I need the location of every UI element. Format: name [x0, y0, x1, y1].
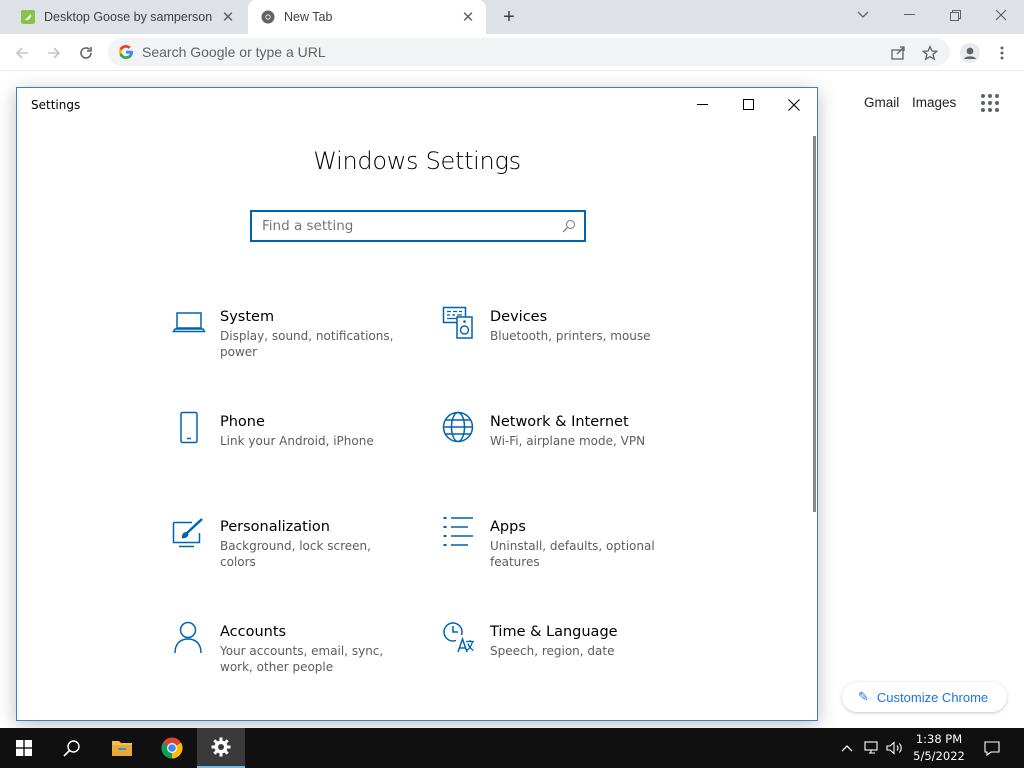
category-apps[interactable]: Apps Uninstall, defaults, optional featu…	[442, 517, 682, 588]
goose-favicon-icon	[20, 9, 36, 25]
category-description: Background, lock screen, colors	[220, 539, 371, 569]
windows-logo-icon	[16, 740, 32, 756]
category-description: Your accounts, email, sync, work, other …	[220, 644, 384, 674]
category-name: Accounts	[220, 624, 287, 640]
tab-search-chevron-icon[interactable]	[840, 0, 886, 30]
gear-icon	[211, 737, 231, 757]
taskbar-search-icon	[63, 740, 80, 757]
show-hidden-icons-chevron-icon[interactable]	[838, 728, 856, 768]
browser-minimize-icon[interactable]	[886, 0, 932, 30]
new-tab-plus-icon[interactable]: +	[498, 6, 520, 28]
pencil-icon: ✎	[858, 689, 869, 704]
omnibox[interactable]: Search Google or type a URL	[108, 38, 950, 66]
globe-icon	[442, 411, 474, 443]
find-setting-input[interactable]	[262, 218, 562, 234]
category-description: Speech, region, date	[490, 644, 615, 658]
search-icon	[562, 220, 575, 233]
time-language-icon	[443, 622, 476, 655]
volume-icon[interactable]	[884, 728, 906, 768]
windows-taskbar: 1:38 PM 5/5/2022	[0, 728, 1024, 768]
folder-icon	[112, 741, 132, 756]
settings-minimize-icon[interactable]	[679, 88, 725, 121]
chrome-menu-icon[interactable]	[989, 40, 1015, 66]
person-icon	[174, 621, 202, 654]
chrome-favicon-icon	[260, 9, 276, 25]
category-name: Personalization	[220, 519, 330, 535]
tab-title: New Tab	[284, 10, 333, 24]
bookmark-star-icon[interactable]	[917, 40, 943, 66]
settings-titlebar[interactable]: Settings	[17, 88, 817, 121]
find-setting-search-box[interactable]	[250, 210, 586, 242]
file-explorer-button[interactable]	[98, 728, 146, 768]
category-name: System	[220, 309, 275, 325]
settings-window: Settings Windows Settings System Display…	[16, 87, 818, 721]
apps-list-icon	[443, 517, 473, 546]
category-phone[interactable]: Phone Link your Android, iPhone	[172, 411, 412, 483]
category-name: Network & Internet	[490, 414, 629, 430]
google-apps-icon[interactable]	[981, 94, 999, 112]
settings-taskbar-button[interactable]	[197, 728, 245, 768]
devices-icon	[442, 306, 473, 339]
profile-avatar-icon[interactable]	[957, 40, 983, 66]
omnibox-placeholder: Search Google or type a URL	[142, 44, 326, 60]
paintbrush-icon	[172, 518, 203, 548]
network-icon[interactable]	[862, 728, 882, 768]
category-name: Time & Language	[490, 624, 618, 640]
settings-close-icon[interactable]	[771, 88, 817, 121]
share-icon[interactable]	[885, 40, 911, 66]
category-devices[interactable]: Devices Bluetooth, printers, mouse	[442, 306, 682, 378]
category-system[interactable]: System Display, sound, notifications, po…	[172, 308, 412, 378]
tab-title: Desktop Goose by samperson	[44, 10, 213, 24]
settings-window-title: Settings	[31, 98, 81, 112]
category-name: Phone	[220, 414, 265, 430]
browser-toolbar: Search Google or type a URL	[0, 34, 1024, 71]
search-button[interactable]	[48, 728, 96, 768]
tab-desktop-goose[interactable]: Desktop Goose by samperson ✕	[8, 0, 246, 34]
phone-icon	[180, 411, 198, 444]
browser-restore-icon[interactable]	[932, 0, 978, 30]
forward-arrow-icon[interactable]	[41, 40, 67, 66]
images-link[interactable]: Images	[912, 95, 956, 110]
gmail-link[interactable]: Gmail	[864, 95, 899, 110]
chrome-taskbar-button[interactable]	[148, 728, 196, 768]
category-description: Bluetooth, printers, mouse	[490, 329, 651, 343]
settings-scrollbar[interactable]	[813, 136, 816, 512]
category-personalization[interactable]: Personalization Background, lock screen,…	[172, 518, 412, 588]
category-time-language[interactable]: Time & Language Speech, region, date	[442, 622, 682, 693]
customize-chrome-button[interactable]: ✎ Customize Chrome	[842, 682, 1007, 712]
category-description: Display, sound, notifications, power	[220, 329, 394, 359]
laptop-icon	[172, 312, 206, 333]
category-name: Devices	[490, 309, 548, 325]
category-accounts[interactable]: Accounts Your accounts, email, sync, wor…	[172, 621, 412, 693]
clock-time: 1:38 PM	[915, 732, 963, 746]
back-arrow-icon[interactable]	[9, 40, 35, 66]
start-button[interactable]	[0, 728, 48, 768]
customize-chrome-label: Customize Chrome	[876, 689, 989, 705]
reload-icon[interactable]	[73, 40, 99, 66]
close-tab-icon[interactable]: ✕	[458, 7, 478, 27]
tab-new-tab[interactable]: New Tab ✕	[248, 0, 486, 34]
category-name: Apps	[490, 519, 526, 535]
clock-date: 5/5/2022	[913, 749, 965, 763]
settings-maximize-icon[interactable]	[725, 88, 771, 121]
category-description: Wi-Fi, airplane mode, VPN	[490, 434, 646, 448]
google-g-icon	[119, 45, 133, 59]
category-description: Uninstall, defaults, optional features	[490, 539, 655, 569]
chrome-logo-icon	[161, 737, 183, 759]
category-network-internet[interactable]: Network & Internet Wi-Fi, airplane mode,…	[442, 411, 682, 483]
action-center-icon[interactable]	[980, 728, 1004, 768]
taskbar-clock[interactable]: 1:38 PM 5/5/2022	[904, 731, 974, 765]
browser-tab-strip: Desktop Goose by samperson ✕ New Tab ✕ +	[0, 0, 1024, 34]
category-description: Link your Android, iPhone	[220, 434, 374, 448]
settings-heading: Windows Settings	[313, 147, 521, 175]
browser-close-icon[interactable]	[978, 0, 1024, 30]
close-tab-icon[interactable]: ✕	[218, 7, 238, 27]
